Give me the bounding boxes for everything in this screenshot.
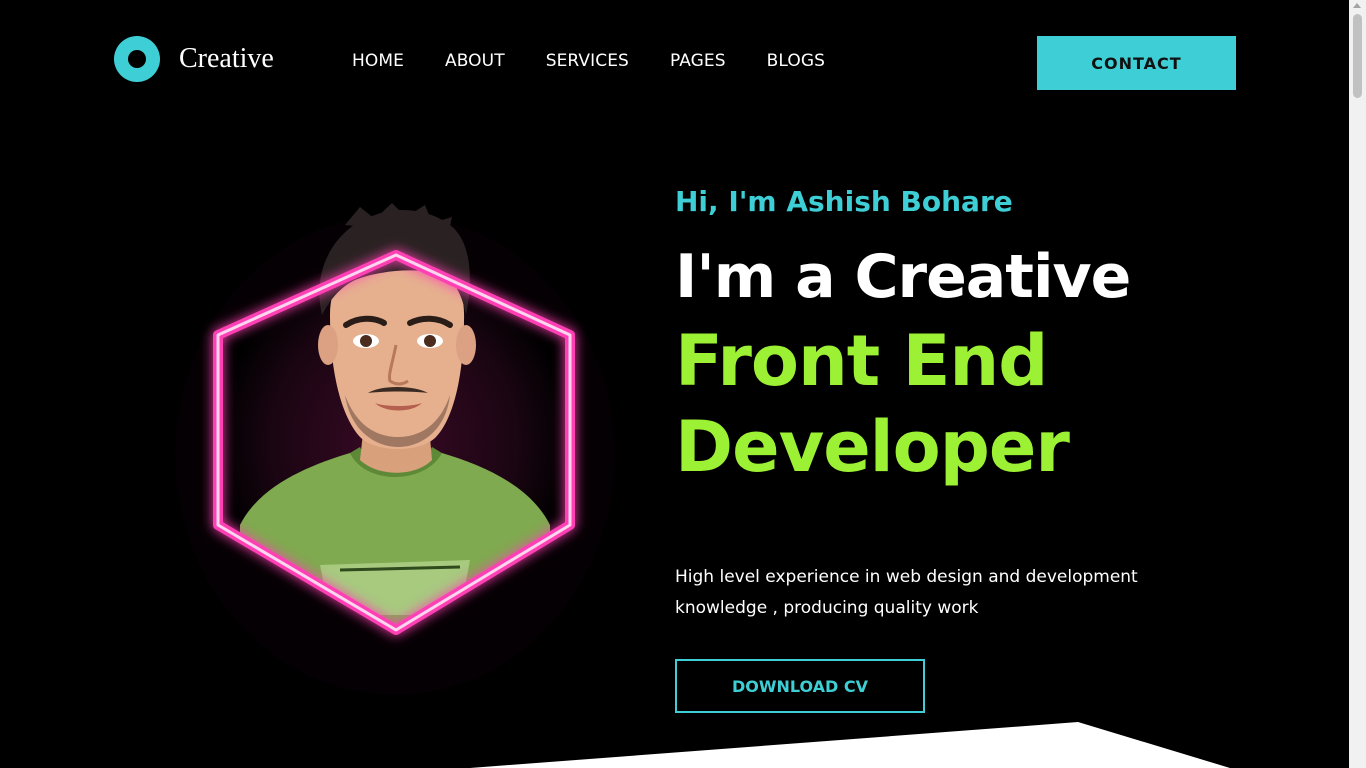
contact-button[interactable]: CONTACT [1037, 36, 1236, 90]
headline-line-2: Front End [675, 320, 1048, 402]
bottom-divider-shape [470, 722, 1230, 768]
nav-blogs[interactable]: BLOGS [767, 51, 825, 71]
scrollbar-thumb[interactable] [1353, 14, 1362, 98]
nav-about[interactable]: ABOUT [445, 51, 505, 71]
description-line-1: High level experience in web design and … [675, 567, 1138, 587]
headline-line-3: Developer [675, 406, 1070, 488]
main-nav: HOME ABOUT SERVICES PAGES BLOGS [352, 51, 825, 71]
headline-line-1: I'm a Creative [675, 242, 1131, 312]
ring-icon [114, 36, 160, 82]
scrollbar[interactable] [1349, 0, 1366, 768]
logo[interactable]: Creative [114, 36, 274, 82]
page: Creative HOME ABOUT SERVICES PAGES BLOGS… [0, 0, 1349, 768]
greeting: Hi, I'm Ashish Bohare [675, 185, 1013, 218]
nav-home[interactable]: HOME [352, 51, 404, 71]
hero-description: High level experience in web design and … [675, 562, 1195, 624]
scroll-up-arrow-icon[interactable] [1353, 3, 1361, 8]
avatar-portrait [175, 203, 615, 695]
logo-text: Creative [179, 43, 274, 74]
nav-pages[interactable]: PAGES [670, 51, 726, 71]
headline-highlight: Front End Developer [675, 318, 1070, 490]
nav-services[interactable]: SERVICES [546, 51, 629, 71]
description-line-2: knowledge , producing quality work [675, 598, 979, 618]
